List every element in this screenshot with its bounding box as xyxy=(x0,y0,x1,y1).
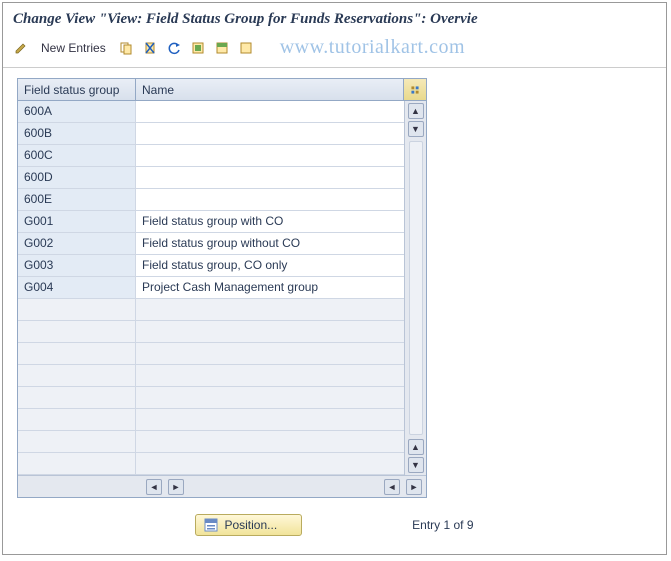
cell-name[interactable]: Field status group with CO xyxy=(136,211,404,232)
cell-name[interactable] xyxy=(136,167,404,188)
cell-code[interactable]: 600B xyxy=(18,123,136,144)
table-row-empty[interactable] xyxy=(18,453,404,475)
vertical-scrollbar[interactable]: ▲ ▼ ▲ ▼ xyxy=(404,101,426,475)
cell-code[interactable]: G001 xyxy=(18,211,136,232)
undo-change-button[interactable] xyxy=(164,38,184,58)
cell-code[interactable] xyxy=(18,321,136,342)
table-row[interactable]: 600B xyxy=(18,123,404,145)
table-row-empty[interactable] xyxy=(18,321,404,343)
scroll-down-icon[interactable]: ▼ xyxy=(408,121,424,137)
table-row-empty[interactable] xyxy=(18,365,404,387)
cell-code[interactable]: 600A xyxy=(18,101,136,122)
copy-as-button[interactable] xyxy=(116,38,136,58)
table-row[interactable]: G004Project Cash Management group xyxy=(18,277,404,299)
cell-name[interactable] xyxy=(136,453,404,474)
cell-code[interactable]: G002 xyxy=(18,233,136,254)
scroll-down-bottom-icon[interactable]: ▼ xyxy=(408,457,424,473)
cell-code[interactable] xyxy=(18,299,136,320)
cell-code[interactable] xyxy=(18,343,136,364)
toggle-display-change-button[interactable] xyxy=(11,38,31,58)
field-status-group-table: Field status group Name 600A600B600C600D… xyxy=(17,78,427,498)
hscroll-right-end-icon[interactable]: ► xyxy=(406,479,422,495)
toolbar: New Entries www.tutorialkart.com xyxy=(3,34,666,68)
cell-code[interactable]: G003 xyxy=(18,255,136,276)
cell-code[interactable] xyxy=(18,387,136,408)
deselect-all-button[interactable] xyxy=(236,38,256,58)
cell-name[interactable] xyxy=(136,189,404,210)
position-label: Position... xyxy=(224,518,277,532)
cell-name[interactable] xyxy=(136,101,404,122)
table-row[interactable]: G002Field status group without CO xyxy=(18,233,404,255)
hscroll-left-end-icon[interactable]: ◄ xyxy=(384,479,400,495)
footer: Position... Entry 1 of 9 xyxy=(3,514,666,536)
new-entries-button[interactable]: New Entries xyxy=(35,39,112,57)
cell-code[interactable]: 600D xyxy=(18,167,136,188)
scroll-up-icon[interactable]: ▲ xyxy=(408,103,424,119)
table-row[interactable]: 600D xyxy=(18,167,404,189)
entry-counter: Entry 1 of 9 xyxy=(412,518,473,532)
cell-name[interactable] xyxy=(136,409,404,430)
cell-code[interactable]: 600E xyxy=(18,189,136,210)
hscroll-left-icon[interactable]: ◄ xyxy=(146,479,162,495)
cell-name[interactable] xyxy=(136,123,404,144)
table-row[interactable]: 600C xyxy=(18,145,404,167)
page-title: Change View "View: Field Status Group fo… xyxy=(3,3,666,34)
col-header-code[interactable]: Field status group xyxy=(18,79,136,100)
table-row[interactable]: 600E xyxy=(18,189,404,211)
table-row[interactable]: 600A xyxy=(18,101,404,123)
table-row-empty[interactable] xyxy=(18,387,404,409)
cell-name[interactable] xyxy=(136,299,404,320)
new-entries-label: New Entries xyxy=(41,41,106,55)
cell-code[interactable] xyxy=(18,409,136,430)
delete-button[interactable] xyxy=(140,38,160,58)
cell-name[interactable]: Project Cash Management group xyxy=(136,277,404,298)
horizontal-scrollbar[interactable]: ◄ ► ◄ ► xyxy=(18,475,426,497)
cell-name[interactable] xyxy=(136,387,404,408)
select-all-button[interactable] xyxy=(188,38,208,58)
cell-name[interactable] xyxy=(136,431,404,452)
cell-code[interactable]: 600C xyxy=(18,145,136,166)
hscroll-right-icon[interactable]: ► xyxy=(168,479,184,495)
cell-name[interactable]: Field status group without CO xyxy=(136,233,404,254)
position-icon xyxy=(204,518,218,532)
select-block-button[interactable] xyxy=(212,38,232,58)
cell-name[interactable] xyxy=(136,145,404,166)
cell-name[interactable] xyxy=(136,343,404,364)
cell-name[interactable] xyxy=(136,365,404,386)
position-button[interactable]: Position... xyxy=(195,514,302,536)
table-row-empty[interactable] xyxy=(18,431,404,453)
cell-name[interactable]: Field status group, CO only xyxy=(136,255,404,276)
table-row[interactable]: G003Field status group, CO only xyxy=(18,255,404,277)
cell-code[interactable] xyxy=(18,453,136,474)
watermark-text: www.tutorialkart.com xyxy=(280,36,465,59)
cell-code[interactable] xyxy=(18,365,136,386)
cell-code[interactable] xyxy=(18,431,136,452)
cell-name[interactable] xyxy=(136,321,404,342)
table-rows: 600A600B600C600D600EG001Field status gro… xyxy=(18,101,404,475)
table-row-empty[interactable] xyxy=(18,409,404,431)
table-row-empty[interactable] xyxy=(18,343,404,365)
scroll-up-bottom-icon[interactable]: ▲ xyxy=(408,439,424,455)
table-header: Field status group Name xyxy=(18,79,426,101)
table-row-empty[interactable] xyxy=(18,299,404,321)
col-header-name[interactable]: Name xyxy=(136,79,404,100)
table-row[interactable]: G001Field status group with CO xyxy=(18,211,404,233)
scroll-track[interactable] xyxy=(409,141,423,435)
table-settings-button[interactable] xyxy=(404,79,426,100)
cell-code[interactable]: G004 xyxy=(18,277,136,298)
